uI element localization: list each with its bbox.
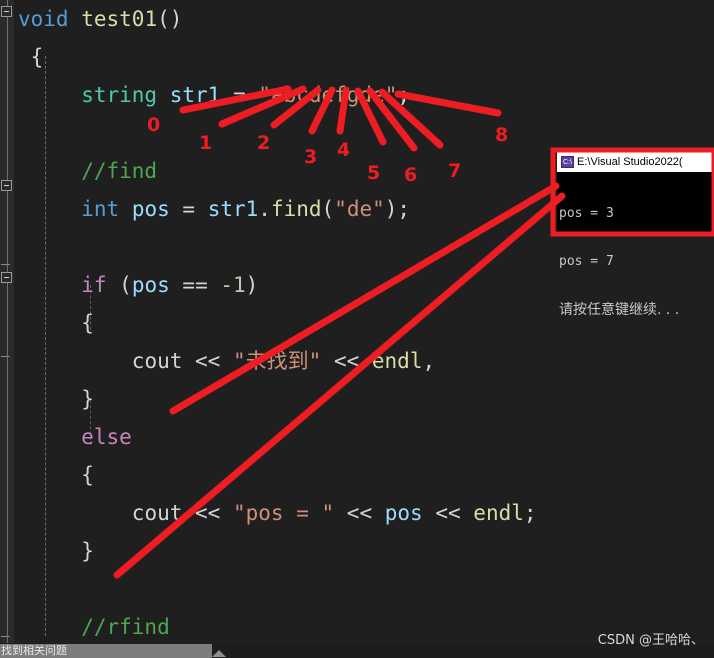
console-prompt-line: 请按任意键继续. . . [559,302,680,318]
csdn-watermark: CSDN @王哈哈、 [597,633,704,648]
line-else-open: { [18,463,94,487]
console-body: pos = 3 pos = 7 请按任意键继续. . . [557,172,714,350]
gutter-vertical-rule [7,0,8,643]
fold-tick-2 [1,356,10,357]
console-line-1: pos = 7 [559,254,614,269]
line-else: else [81,425,132,449]
line-else-close: } [18,539,94,563]
taskbar-fragment-text: 找到相关问题 [1,644,67,657]
line-if-close: } [18,387,94,411]
console-line-0: pos = 3 [559,206,614,221]
screenshot-root: void test01() { string str1 = "abcdefgde… [0,0,714,658]
console-title-text: E:\Visual Studio2022( [577,156,683,168]
line-blank-1 [18,114,714,152]
fold-tick-1 [1,264,10,265]
line-blank-3 [18,570,714,608]
line-string-decl: string str1 = "abcdefgde"; [81,83,411,107]
console-app-icon: C:\ [561,156,574,168]
fold-tick-3 [1,636,10,637]
line-open-brace: { [18,45,44,69]
line-func-signature: void test01() [18,7,183,31]
fold-collapse-icon-else[interactable] [1,272,12,283]
fold-collapse-icon-if[interactable] [1,180,12,191]
editor-gutter[interactable] [0,0,14,643]
taskbar-fragment[interactable]: 找到相关问题 [0,644,212,658]
fold-collapse-icon-function[interactable] [1,6,12,17]
taskbar-scroll-arrow-icon[interactable] [212,650,226,657]
console-title-bar[interactable]: C:\ E:\Visual Studio2022( [557,152,714,172]
line-cout-pos-1: cout << "pos = " << pos << endl; [131,501,537,525]
console-output-window[interactable]: C:\ E:\Visual Studio2022( pos = 3 pos = … [557,152,714,318]
